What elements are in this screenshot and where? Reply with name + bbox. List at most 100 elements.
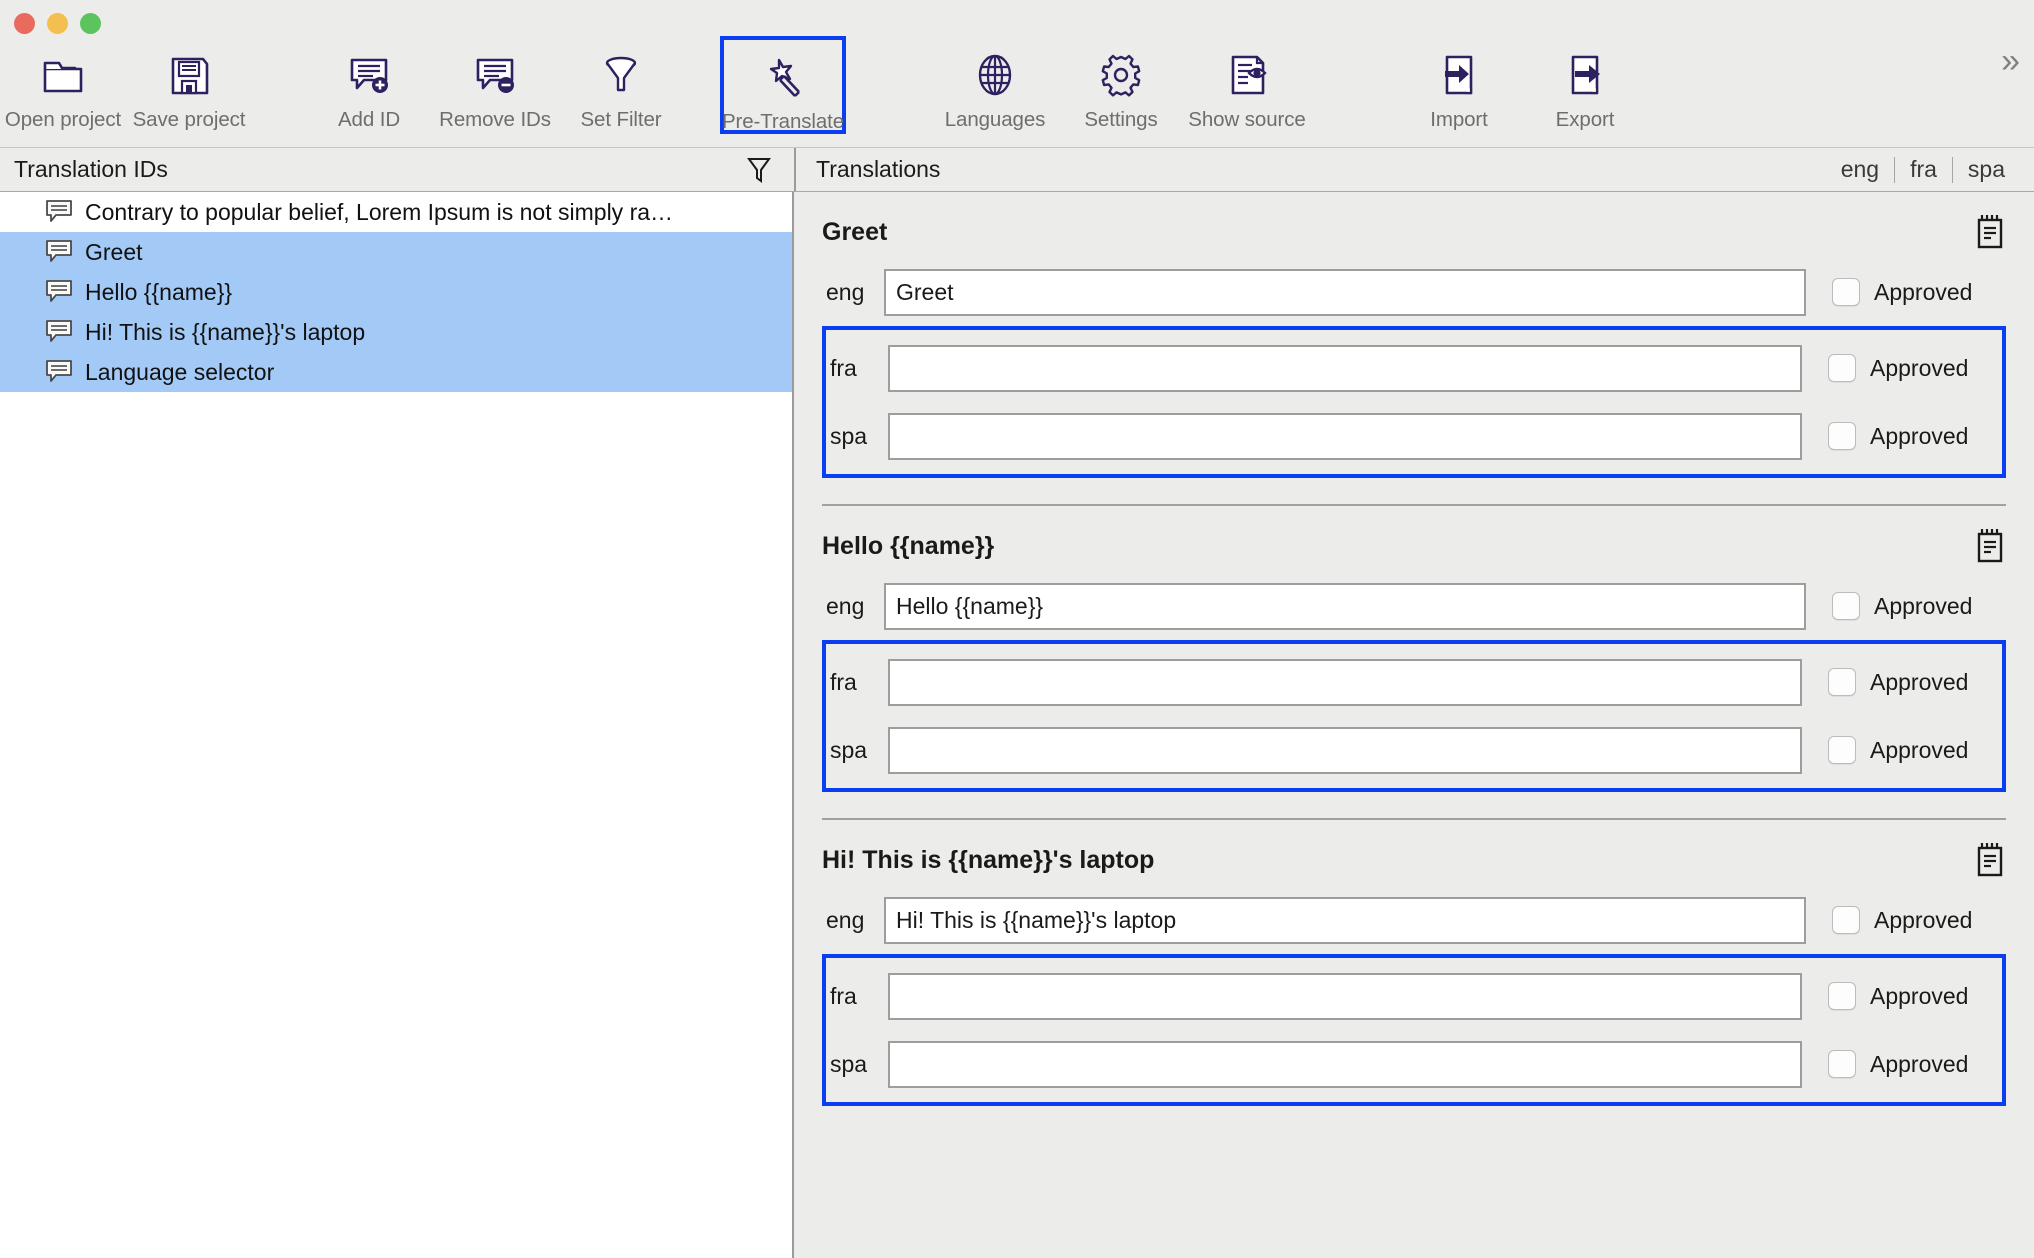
app-window: Open project Save project Add ID Remove … [0,0,2034,1258]
approved-control[interactable]: Approved [1806,278,2006,306]
translation-input-spa[interactable] [888,412,1802,460]
toolbar-button-label: Save project [132,108,246,131]
translation-block: Greet eng Greet Approved fra Approved sp… [794,192,2034,478]
toolbar-button-show-source[interactable]: Show source [1184,36,1310,134]
notepad-icon[interactable] [1976,528,2006,564]
highlighted-translation-group: fra Approved spa Approved [822,640,2006,792]
approved-checkbox[interactable] [1832,906,1860,934]
comment-icon [45,359,73,385]
toolbar-button-set-filter[interactable]: Set Filter [558,36,684,134]
gear-icon [1095,48,1147,102]
export-arrow-icon [1559,48,1611,102]
toolbar-button-label: Languages [944,108,1046,131]
main-toolbar: Open project Save project Add ID Remove … [0,0,2034,148]
approved-checkbox[interactable] [1832,592,1860,620]
funnel-icon [595,48,647,102]
import-arrow-icon [1433,48,1485,102]
comment-icon [45,239,73,265]
translation-input-fra[interactable] [888,972,1802,1020]
toolbar-button-export[interactable]: Export [1522,36,1648,134]
toolbar-button-label: Remove IDs [439,108,551,131]
toolbar-button-label: Set Filter [580,108,662,131]
approved-control[interactable]: Approved [1802,354,2002,382]
toolbar-button-pre-translate[interactable]: Pre-Translate [720,36,846,134]
remove-comment-icon [469,48,521,102]
approved-label: Approved [1870,1050,1969,1077]
translations-title: Translations [816,156,941,182]
toolbar-button-open-project[interactable]: Open project [0,36,126,134]
highlighted-translation-group: fra Approved spa Approved [822,326,2006,478]
floppy-disk-icon [163,48,215,102]
translation-row: spa Approved [826,402,2002,470]
approved-control[interactable]: Approved [1802,982,2002,1010]
approved-checkbox[interactable] [1832,278,1860,306]
approved-control[interactable]: Approved [1802,736,2002,764]
add-comment-icon [343,48,395,102]
language-code-label: fra [830,354,857,381]
close-button[interactable] [14,13,35,34]
approved-control[interactable]: Approved [1802,422,2002,450]
translation-block-title: Hi! This is {{name}}'s laptop [822,845,1155,874]
language-tab-spa[interactable]: spa [1953,158,2020,181]
translation-row: eng Greet Approved [822,258,2006,326]
approved-checkbox[interactable] [1828,1050,1856,1078]
window-controls [14,13,101,34]
list-item[interactable]: Hi! This is {{name}}'s laptop [0,312,792,352]
approved-control[interactable]: Approved [1802,668,2002,696]
language-code-label: spa [830,422,868,449]
toolbar-button-import[interactable]: Import [1396,36,1522,134]
translation-block-title: Hello {{name}} [822,531,995,560]
translation-row: fra Approved [826,334,2002,402]
translation-input-spa[interactable] [888,726,1802,774]
approved-label: Approved [1874,906,1973,933]
toolbar-overflow-icon[interactable]: » [2001,44,2020,78]
translation-ids-title: Translation IDs [14,156,168,182]
approved-checkbox[interactable] [1828,982,1856,1010]
translation-input-eng[interactable]: Hi! This is {{name}}'s laptop [884,896,1806,944]
approved-checkbox[interactable] [1828,736,1856,764]
notepad-icon[interactable] [1976,842,2006,878]
language-tab-eng[interactable]: eng [1826,158,1894,181]
translation-rows: eng Hi! This is {{name}}'s laptop Approv… [794,886,2034,1106]
minimize-button[interactable] [47,13,68,34]
translation-rows: eng Hello {{name}} Approved fra Approved… [794,572,2034,792]
approved-control[interactable]: Approved [1806,592,2006,620]
funnel-icon[interactable] [746,156,772,184]
approved-checkbox[interactable] [1828,668,1856,696]
list-item[interactable]: Hello {{name}} [0,272,792,312]
toolbar-button-languages[interactable]: Languages [932,36,1058,134]
language-tab-fra[interactable]: fra [1895,158,1952,181]
translation-block-header: Hello {{name}} [794,506,2034,572]
translation-input-fra[interactable] [888,344,1802,392]
toolbar-button-label: Show source [1188,108,1306,131]
toolbar-button-label: Open project [4,108,122,131]
toolbar-button-add-id[interactable]: Add ID [306,36,432,134]
translation-row: spa Approved [826,716,2002,784]
translation-row: fra Approved [826,962,2002,1030]
list-item[interactable]: Contrary to popular belief, Lorem Ipsum … [0,192,792,232]
approved-checkbox[interactable] [1828,422,1856,450]
translation-input-eng[interactable]: Hello {{name}} [884,582,1806,630]
translation-input-spa[interactable] [888,1040,1802,1088]
translation-input-eng[interactable]: Greet [884,268,1806,316]
approved-control[interactable]: Approved [1802,1050,2002,1078]
translations-header: Translations eng fra spa [794,148,2034,191]
list-item-label: Greet [85,238,143,265]
toolbar-button-remove-ids[interactable]: Remove IDs [432,36,558,134]
list-item[interactable]: Language selector [0,352,792,392]
approved-control[interactable]: Approved [1806,906,2006,934]
approved-checkbox[interactable] [1828,354,1856,382]
translation-row: eng Hello {{name}} Approved [822,572,2006,640]
translation-ids-list[interactable]: Contrary to popular belief, Lorem Ipsum … [0,192,794,1258]
translations-pane[interactable]: Greet eng Greet Approved fra Approved sp… [794,192,2034,1258]
toolbar-button-label: Add ID [337,108,401,131]
list-item-label: Contrary to popular belief, Lorem Ipsum … [85,198,674,225]
toolbar-button-save-project[interactable]: Save project [126,36,252,134]
zoom-button[interactable] [80,13,101,34]
toolbar-button-settings[interactable]: Settings [1058,36,1184,134]
language-code-label: eng [826,906,865,933]
language-code-label: eng [826,592,865,619]
list-item[interactable]: Greet [0,232,792,272]
translation-input-fra[interactable] [888,658,1802,706]
notepad-icon[interactable] [1976,214,2006,250]
